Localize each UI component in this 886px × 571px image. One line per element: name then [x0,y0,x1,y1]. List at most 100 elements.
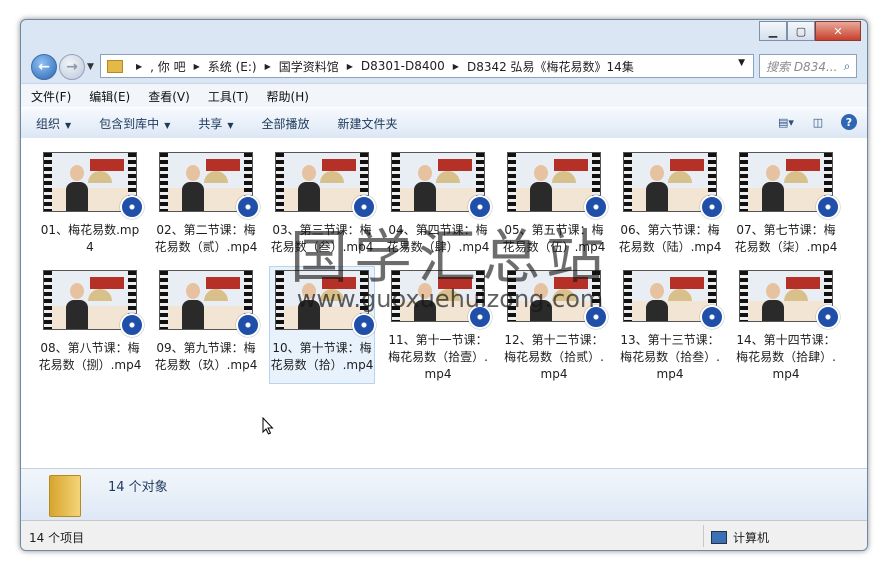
thumbnail-scene [284,153,360,211]
fan-graphic [320,289,344,301]
thumbnail-scene [516,153,592,211]
share-label: 共享 [198,116,223,131]
forward-button[interactable]: → [59,54,85,80]
breadcrumb-current[interactable]: D8342 弘易《梅花易数》14集 [467,58,634,75]
fan-graphic [668,171,692,183]
menu-help[interactable]: 帮助(H) [267,88,309,105]
maximize-button[interactable]: ▢ [787,21,815,41]
recent-pages-dropdown[interactable]: ▼ [87,62,94,72]
media-player-icon [120,313,144,337]
status-divider [703,525,704,547]
preview-pane-icon[interactable]: ◫ [809,114,827,130]
file-item[interactable]: 13、第十三节课：梅花易数（拾叁）.mp4 [617,266,724,384]
video-thumbnail [275,270,376,337]
presenter-graphic [298,283,320,329]
close-button[interactable]: ✕ [815,21,861,41]
breadcrumb-drive[interactable]: 系统 (E:) [208,58,257,75]
banner-graphic [786,277,820,289]
fan-graphic [204,171,228,183]
file-item[interactable]: 04、第四节课：梅花易数（肆）.mp4 [385,148,492,266]
video-thumbnail [159,152,260,219]
video-thumbnail [623,270,724,329]
file-item[interactable]: 14、第十四节课：梅花易数（拾肆）.mp4 [733,266,840,384]
file-name: 01、梅花易数.mp4 [40,223,140,254]
film-strip [44,153,52,211]
presenter-graphic [182,283,204,329]
file-item[interactable]: 02、第二节课：梅花易数（贰）.mp4 [153,148,260,266]
presenter-graphic [646,283,668,321]
presenter-graphic [182,165,204,211]
organize-button[interactable]: 组织 ▼ [36,115,71,132]
breadcrumb-folder-1[interactable]: 国学资料馆 [279,58,339,75]
banner-graphic [554,159,588,171]
file-name: 14、第十四节课：梅花易数（拾肆）.mp4 [736,333,836,381]
media-player-icon [816,305,840,329]
media-player-icon [120,195,144,219]
presenter-graphic [414,165,436,211]
search-icon[interactable]: ⌕ [838,59,856,74]
media-player-icon [468,195,492,219]
file-item[interactable]: 05、第五节课：梅花易数（伍）.mp4 [501,148,608,266]
caret-down-icon: ▼ [164,120,171,130]
banner-graphic [206,159,240,171]
film-strip [740,153,748,211]
media-player-icon [700,195,724,219]
view-options-icon[interactable]: ▤▾ [777,114,795,130]
film-strip [392,271,400,321]
address-bar[interactable]: ▶ , 你 吧 ▶ 系统 (E:) ▶ 国学资料馆 ▶ D8301-D8400 … [100,54,754,78]
address-dropdown-icon[interactable]: ▼ [738,58,745,68]
film-strip [508,271,516,321]
file-item[interactable]: 12、第十二节课：梅花易数（拾贰）.mp4 [501,266,608,384]
chevron-right-icon[interactable]: ▶ [265,62,271,71]
minimize-button[interactable]: ▁ [759,21,787,41]
thumbnail-scene [516,271,592,321]
chevron-right-icon[interactable]: ▶ [347,62,353,71]
search-input[interactable]: 搜索 D834... ⌕ [759,54,857,78]
media-player-icon [584,195,608,219]
file-item[interactable]: 09、第九节课：梅花易数（玖）.mp4 [153,266,260,384]
menu-edit[interactable]: 编辑(E) [89,88,130,105]
file-item[interactable]: 01、梅花易数.mp4 [37,148,144,266]
file-item[interactable]: 08、第八节课：梅花易数（捌）.mp4 [37,266,144,384]
media-player-icon [816,195,840,219]
file-item[interactable]: 07、第七节课：梅花易数（柒）.mp4 [733,148,840,266]
film-strip [392,153,400,211]
media-player-icon [236,313,260,337]
menu-view[interactable]: 查看(V) [148,88,190,105]
include-in-library-button[interactable]: 包含到库中 ▼ [99,115,170,132]
fan-graphic [552,289,576,301]
chevron-right-icon[interactable]: ▶ [453,62,459,71]
menu-tools[interactable]: 工具(T) [208,88,249,105]
thumbnail-scene [748,153,824,211]
file-item[interactable]: 03、第三节课：梅花易数（叁）.mp4 [269,148,376,266]
thumbnail-scene [52,271,128,329]
presenter-graphic [646,165,668,211]
film-strip [44,271,52,329]
breadcrumb-folder-2[interactable]: D8301-D8400 [361,59,445,73]
share-button[interactable]: 共享 ▼ [198,115,233,132]
play-all-button[interactable]: 全部播放 [262,115,310,132]
file-name: 10、第十节课：梅花易数（拾）.mp4 [270,341,374,372]
breadcrumb-user[interactable]: , 你 吧 [150,58,185,75]
file-grid: 01、梅花易数.mp4 02、第二节课：梅花易数（贰）.mp4 03、第三节课：梅花… [37,148,849,384]
menu-file[interactable]: 文件(F) [31,88,71,105]
file-item[interactable]: 11、第十一节课：梅花易数（拾壹）.mp4 [385,266,492,384]
presenter-graphic [66,283,88,329]
fan-graphic [88,171,112,183]
back-button[interactable]: ← [31,54,57,80]
film-strip [160,153,168,211]
file-item[interactable]: 06、第六节课：梅花易数（陆）.mp4 [617,148,724,266]
video-thumbnail [275,152,376,219]
file-name: 04、第四节课：梅花易数（肆）.mp4 [386,223,490,254]
chevron-right-icon[interactable]: ▶ [136,62,142,71]
file-list-pane[interactable]: 01、梅花易数.mp4 02、第二节课：梅花易数（贰）.mp4 03、第三节课：梅花… [21,138,867,468]
help-icon[interactable]: ? [841,114,857,130]
new-folder-button[interactable]: 新建文件夹 [338,115,398,132]
presenter-graphic [530,165,552,211]
film-strip [160,271,168,329]
file-item[interactable]: 10、第十节课：梅花易数（拾）.mp4 [269,266,376,384]
chevron-right-icon[interactable]: ▶ [194,62,200,71]
item-count: 14 个项目 [29,531,85,545]
status-bar: 14 个项目 计算机 [21,520,867,550]
file-name: 08、第八节课：梅花易数（捌）.mp4 [38,341,142,372]
